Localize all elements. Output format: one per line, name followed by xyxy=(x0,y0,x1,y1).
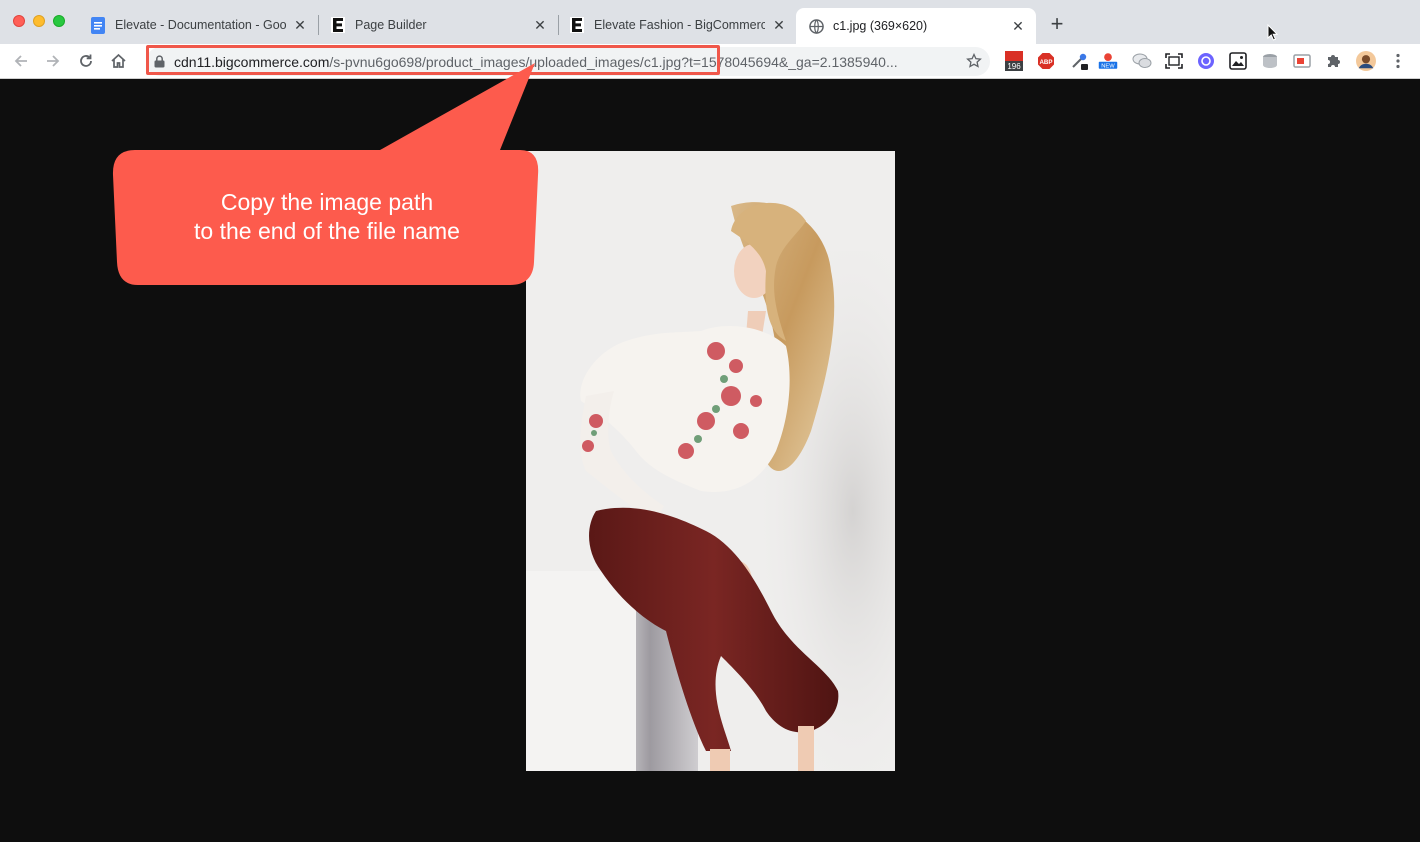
callout-text: Copy the image path to the end of the fi… xyxy=(118,188,536,246)
tab-close-icon[interactable]: ✕ xyxy=(1010,18,1026,34)
bookmark-star-icon[interactable] xyxy=(966,52,982,74)
google-docs-icon xyxy=(90,16,106,34)
maximize-window-button[interactable] xyxy=(53,15,65,27)
globe-icon xyxy=(808,18,824,34)
e-logo-icon xyxy=(330,17,346,33)
new-badge: NEW xyxy=(1101,64,1115,70)
adblock-label: ABP xyxy=(1039,59,1052,66)
reload-button[interactable] xyxy=(75,50,97,72)
tab-title: c1.jpg (369×620) xyxy=(833,19,928,33)
back-button[interactable] xyxy=(10,50,32,72)
e-logo-icon xyxy=(569,17,585,33)
tab-title: Elevate - Documentation - Goo xyxy=(115,18,286,32)
database-icon[interactable] xyxy=(1260,51,1280,71)
screen-capture-icon[interactable] xyxy=(1164,51,1184,71)
circle-extension-icon[interactable] xyxy=(1196,51,1216,71)
browser-window: Elevate - Documentation - Goo ✕ Page Bui… xyxy=(0,0,1420,842)
tab-c1-jpg[interactable]: c1.jpg (369×620) ✕ xyxy=(796,8,1036,44)
calendar-badge-icon[interactable]: 196 xyxy=(1004,51,1024,71)
chat-bubbles-icon[interactable] xyxy=(1132,51,1152,71)
tab-title: Elevate Fashion - BigCommerc xyxy=(594,18,765,32)
tab-elevate-documentation[interactable]: Elevate - Documentation - Goo ✕ xyxy=(78,8,318,42)
extension-new-icon[interactable]: NEW xyxy=(1098,51,1118,71)
kebab-menu-icon[interactable] xyxy=(1388,51,1408,71)
close-window-button[interactable] xyxy=(13,15,25,27)
callout-line-2: to the end of the file name xyxy=(194,218,460,244)
image-icon[interactable] xyxy=(1228,51,1248,71)
tab-close-icon[interactable]: ✕ xyxy=(532,17,548,33)
avatar[interactable] xyxy=(1356,51,1376,71)
fashion-model-photo xyxy=(526,151,895,771)
tab-close-icon[interactable]: ✕ xyxy=(771,17,787,33)
forward-button[interactable] xyxy=(42,50,64,72)
eyedropper-icon[interactable] xyxy=(1070,51,1090,71)
tab-title: Page Builder xyxy=(355,18,427,32)
mouse-cursor-icon xyxy=(1267,23,1279,46)
minimize-window-button[interactable] xyxy=(33,15,45,27)
puzzle-icon[interactable] xyxy=(1324,51,1344,71)
adblock-icon[interactable]: ABP xyxy=(1036,51,1056,71)
window-icon[interactable] xyxy=(1292,51,1312,71)
tab-page-builder[interactable]: Page Builder ✕ xyxy=(318,8,558,42)
home-button[interactable] xyxy=(107,50,129,72)
tab-strip: Elevate - Documentation - Goo ✕ Page Bui… xyxy=(0,0,1420,44)
callout-line-1: Copy the image path xyxy=(220,189,434,215)
tab-close-icon[interactable]: ✕ xyxy=(292,17,308,33)
new-tab-button[interactable]: + xyxy=(1046,13,1068,36)
url-highlight-box xyxy=(146,45,720,75)
calendar-badge-count: 196 xyxy=(1007,62,1021,71)
tab-elevate-fashion[interactable]: Elevate Fashion - BigCommerc ✕ xyxy=(557,8,797,42)
